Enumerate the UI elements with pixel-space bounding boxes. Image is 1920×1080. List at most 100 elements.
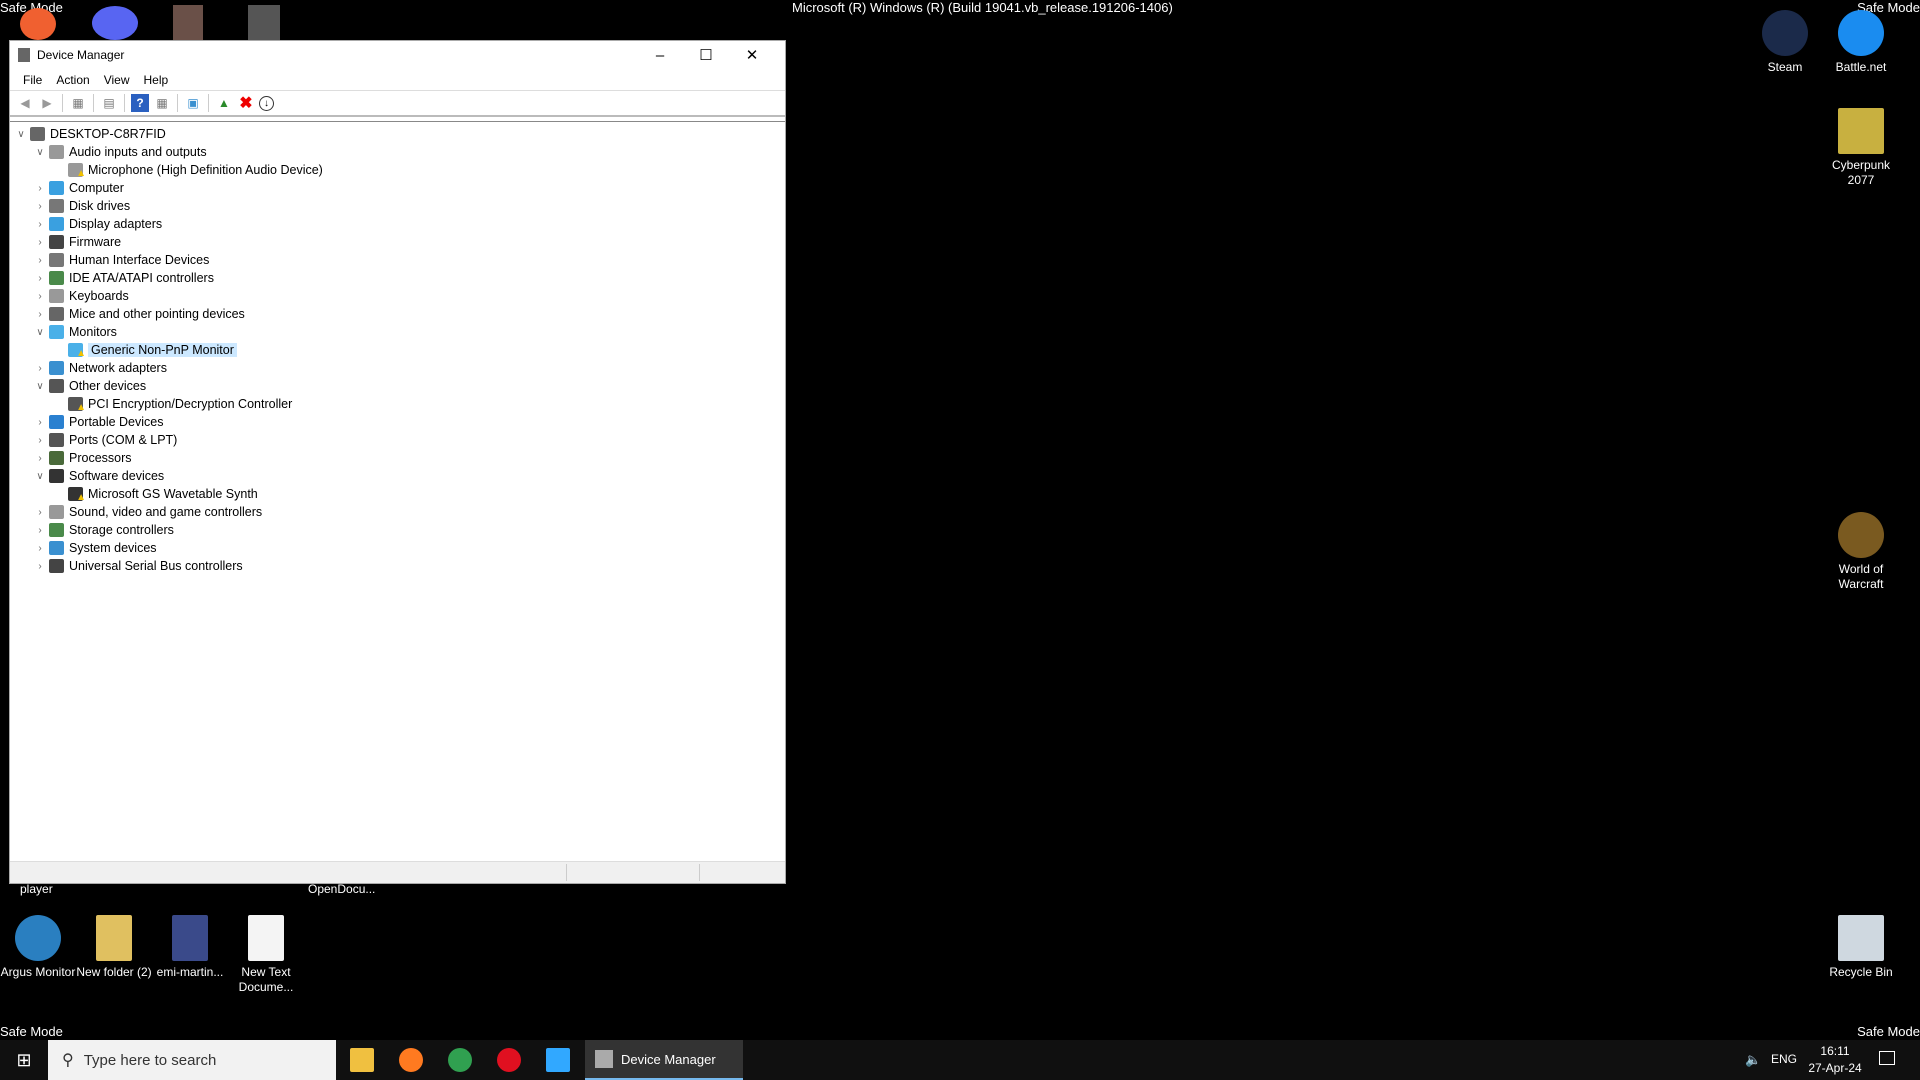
chrome-icon[interactable] xyxy=(448,1048,472,1072)
tree-category[interactable]: › Sound, video and game controllers xyxy=(33,503,262,521)
tree-category[interactable]: › Portable Devices xyxy=(33,413,164,431)
desktop-icon[interactable]: World of Warcraft xyxy=(1823,512,1899,592)
warning-device-icon: ▲ xyxy=(68,343,86,359)
desktop-icon[interactable]: emi-martin... xyxy=(152,915,228,980)
chevron-right-icon[interactable]: › xyxy=(33,453,47,464)
tree-category[interactable]: ∨ Other devices xyxy=(33,377,146,395)
chevron-right-icon[interactable]: › xyxy=(33,255,47,266)
desktop-icon[interactable]: New Text Docume... xyxy=(228,915,304,995)
chevron-right-icon[interactable]: › xyxy=(33,363,47,374)
tree-item-label: Ports (COM & LPT) xyxy=(69,433,178,447)
chevron-right-icon[interactable]: › xyxy=(33,291,47,302)
tree-category[interactable]: › Keyboards xyxy=(33,287,129,305)
tree-category[interactable]: › Firmware xyxy=(33,233,121,251)
chevron-down-icon[interactable]: ∨ xyxy=(14,129,28,140)
chevron-right-icon[interactable]: › xyxy=(33,237,47,248)
help-icon[interactable]: ? xyxy=(131,94,149,112)
volume-muted-icon[interactable]: 🔈 xyxy=(1745,1052,1761,1068)
tree-category[interactable]: › Human Interface Devices xyxy=(33,251,209,269)
notifications-icon[interactable] xyxy=(1879,1051,1895,1065)
tree-device[interactable]: ▲ Microsoft GS Wavetable Synth xyxy=(66,485,258,503)
minimize-button[interactable]: – xyxy=(637,41,683,69)
chevron-right-icon[interactable]: › xyxy=(33,183,47,194)
desktop-icon[interactable]: Argus Monitor xyxy=(0,915,76,980)
maximize-button[interactable]: ☐ xyxy=(683,41,729,69)
menu-file[interactable]: File xyxy=(16,73,49,87)
chevron-down-icon[interactable]: ∨ xyxy=(33,381,47,392)
search-box[interactable]: ⚲ Type here to search xyxy=(48,1040,336,1080)
close-button[interactable]: ✕ xyxy=(729,41,775,69)
tree-category[interactable]: › Storage controllers xyxy=(33,521,174,539)
desktop-icon[interactable]: Recycle Bin xyxy=(1823,915,1899,980)
start-button[interactable]: ⊞ xyxy=(0,1040,48,1080)
desktop-app-icon xyxy=(1838,10,1884,56)
forward-icon[interactable]: ▶ xyxy=(38,94,56,112)
show-hide-console-tree-icon[interactable]: ▦ xyxy=(69,94,87,112)
chevron-down-icon[interactable]: ∨ xyxy=(33,471,47,482)
toolbar: ◀ ▶ ▦ ▤ ? ▦ ▣ ▲ ✖ ↓ xyxy=(10,91,785,117)
clock[interactable]: 16:11 27-Apr-24 xyxy=(1805,1043,1865,1077)
photoshop-icon[interactable] xyxy=(546,1048,570,1072)
action-pane-icon[interactable]: ▦ xyxy=(153,94,171,112)
back-icon[interactable]: ◀ xyxy=(16,94,34,112)
firefox-icon[interactable] xyxy=(399,1048,423,1072)
desktop-icon[interactable]: New folder (2) xyxy=(76,915,152,980)
menu-view[interactable]: View xyxy=(97,73,137,87)
menu-help[interactable]: Help xyxy=(137,73,176,87)
tree-item-label: Storage controllers xyxy=(69,523,174,537)
chevron-down-icon[interactable]: ∨ xyxy=(33,147,47,158)
discord-icon[interactable] xyxy=(92,6,138,40)
tree-category[interactable]: › Computer xyxy=(33,179,124,197)
tree-category[interactable]: › Ports (COM & LPT) xyxy=(33,431,177,449)
chevron-right-icon[interactable]: › xyxy=(33,561,47,572)
tree-device[interactable]: ▲ PCI Encryption/Decryption Controller xyxy=(66,395,292,413)
tree-category[interactable]: › Processors xyxy=(33,449,132,467)
chevron-right-icon[interactable]: › xyxy=(33,219,47,230)
tree-root-computer[interactable]: ∨ DESKTOP-C8R7FID xyxy=(14,125,166,143)
tree-category[interactable]: › IDE ATA/ATAPI controllers xyxy=(33,269,214,287)
tree-item-label: Microsoft GS Wavetable Synth xyxy=(88,487,258,501)
warning-device-icon: ▲ xyxy=(68,397,86,413)
desktop-icon[interactable]: Battle.net xyxy=(1823,10,1899,75)
uninstall-device-icon[interactable]: ✖ xyxy=(237,94,255,112)
desktop-icon[interactable]: Cyberpunk 2077 xyxy=(1823,108,1899,188)
device-tree[interactable]: ∨ DESKTOP-C8R7FID ∨ Audio inputs and output… xyxy=(10,121,785,861)
menu-action[interactable]: Action xyxy=(49,73,96,87)
tree-category[interactable]: › Disk drives xyxy=(33,197,130,215)
update-driver-icon[interactable]: ▲ xyxy=(215,94,233,112)
scan-hardware-icon[interactable]: ▣ xyxy=(184,94,202,112)
opera-icon[interactable] xyxy=(497,1048,521,1072)
device-category-icon xyxy=(49,433,64,447)
tree-category[interactable]: › System devices xyxy=(33,539,157,557)
tree-device[interactable]: ▲ Microphone (High Definition Audio Devic… xyxy=(66,161,323,179)
tree-device[interactable]: ▲ Generic Non-PnP Monitor xyxy=(66,341,237,359)
tree-category[interactable]: › Universal Serial Bus controllers xyxy=(33,557,243,575)
tree-category[interactable]: › Display adapters xyxy=(33,215,162,233)
chevron-down-icon[interactable]: ∨ xyxy=(33,327,47,338)
chevron-right-icon[interactable]: › xyxy=(33,435,47,446)
chevron-right-icon[interactable]: › xyxy=(33,273,47,284)
device-category-icon xyxy=(49,361,64,375)
chevron-right-icon[interactable]: › xyxy=(33,417,47,428)
chevron-right-icon[interactable]: › xyxy=(33,543,47,554)
language-indicator[interactable]: ENG xyxy=(1771,1052,1797,1066)
disable-device-icon[interactable]: ↓ xyxy=(259,95,274,111)
desktop-icon[interactable]: Steam xyxy=(1747,10,1823,75)
tree-category[interactable]: ∨ Audio inputs and outputs xyxy=(33,143,207,161)
desktop-icon-top[interactable] xyxy=(248,5,280,40)
tree-category[interactable]: › Network adapters xyxy=(33,359,167,377)
properties-icon[interactable]: ▤ xyxy=(100,94,118,112)
desktop-icon-top[interactable] xyxy=(20,8,56,40)
tree-category[interactable]: ∨ Software devices xyxy=(33,467,164,485)
chevron-right-icon[interactable]: › xyxy=(33,525,47,536)
tree-category[interactable]: › Mice and other pointing devices xyxy=(33,305,245,323)
file-explorer-icon[interactable] xyxy=(350,1048,374,1072)
desktop-icon-top[interactable] xyxy=(173,5,203,40)
title-bar[interactable]: Device Manager – ☐ ✕ xyxy=(10,41,785,69)
device-manager-window: Device Manager – ☐ ✕ File Action View He… xyxy=(9,40,786,884)
chevron-right-icon[interactable]: › xyxy=(33,201,47,212)
chevron-right-icon[interactable]: › xyxy=(33,507,47,518)
tree-category[interactable]: ∨ Monitors xyxy=(33,323,117,341)
taskbar-device-manager[interactable]: Device Manager xyxy=(585,1040,743,1080)
chevron-right-icon[interactable]: › xyxy=(33,309,47,320)
